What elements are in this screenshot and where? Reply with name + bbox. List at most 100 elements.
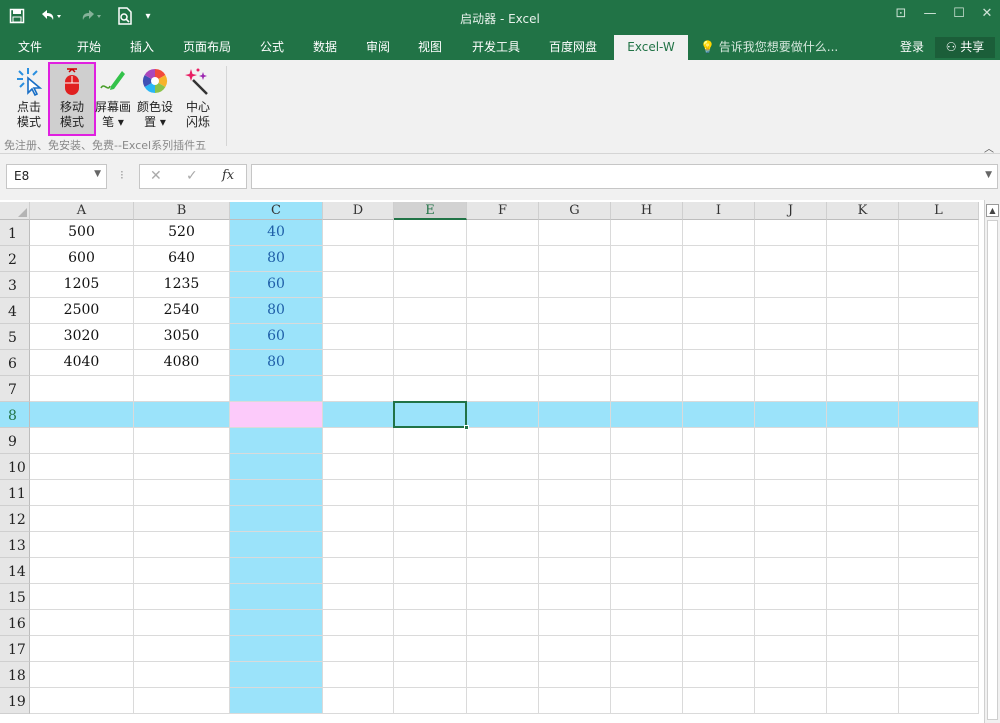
cell-g19[interactable] [539,688,611,714]
cell-f4[interactable] [467,298,539,324]
cell-b12[interactable] [134,506,230,532]
cell-g1[interactable] [539,220,611,246]
cell-d11[interactable] [323,480,394,506]
cell-b1[interactable]: 520 [134,220,230,246]
cell-c13[interactable] [230,532,323,558]
cell-b2[interactable]: 640 [134,246,230,272]
cell-i7[interactable] [683,376,755,402]
cell-k4[interactable] [827,298,899,324]
column-header-d[interactable]: D [323,202,394,220]
cell-i9[interactable] [683,428,755,454]
cell-b16[interactable] [134,610,230,636]
cell-e1[interactable] [394,220,467,246]
cell-l18[interactable] [899,662,979,688]
worksheet-grid[interactable]: A B C D E F G H I J K L 1 500 520 40 2 600 640 80 3 1205 1235 6… [0,200,984,723]
cell-g15[interactable] [539,584,611,610]
cell-j17[interactable] [755,636,827,662]
cell-c10[interactable] [230,454,323,480]
cell-c17[interactable] [230,636,323,662]
cell-f2[interactable] [467,246,539,272]
cell-e19[interactable] [394,688,467,714]
cell-c11[interactable] [230,480,323,506]
cell-g11[interactable] [539,480,611,506]
cell-e6[interactable] [394,350,467,376]
cell-e16[interactable] [394,610,467,636]
cell-i8[interactable] [683,402,755,428]
tab-insert[interactable]: 插入 [118,35,166,60]
cell-g4[interactable] [539,298,611,324]
cell-b7[interactable] [134,376,230,402]
cell-h3[interactable] [611,272,683,298]
cell-h1[interactable] [611,220,683,246]
column-header-b[interactable]: B [134,202,230,220]
cell-k19[interactable] [827,688,899,714]
cell-k9[interactable] [827,428,899,454]
formula-bar-grip[interactable]: ⁝ [120,168,124,182]
cell-j14[interactable] [755,558,827,584]
column-header-a[interactable]: A [30,202,134,220]
row-header-5[interactable]: 5 [0,324,30,350]
cell-d7[interactable] [323,376,394,402]
tab-file[interactable]: 文件 [6,35,54,60]
chevron-down-icon[interactable]: ▼ [94,169,101,179]
cell-l13[interactable] [899,532,979,558]
cell-e17[interactable] [394,636,467,662]
cell-l19[interactable] [899,688,979,714]
cell-j6[interactable] [755,350,827,376]
cell-f19[interactable] [467,688,539,714]
cell-l5[interactable] [899,324,979,350]
cell-j7[interactable] [755,376,827,402]
cell-c16[interactable] [230,610,323,636]
cell-a12[interactable] [30,506,134,532]
row-header-2[interactable]: 2 [0,246,30,272]
cell-e9[interactable] [394,428,467,454]
cell-f12[interactable] [467,506,539,532]
cell-j3[interactable] [755,272,827,298]
login-button[interactable]: 登录 [900,35,924,60]
cell-l3[interactable] [899,272,979,298]
column-header-l[interactable]: L [899,202,979,220]
select-all-corner[interactable] [0,202,30,220]
cell-l10[interactable] [899,454,979,480]
cell-c15[interactable] [230,584,323,610]
cell-f9[interactable] [467,428,539,454]
row-header-16[interactable]: 16 [0,610,30,636]
cell-e4[interactable] [394,298,467,324]
cell-c18[interactable] [230,662,323,688]
cell-i6[interactable] [683,350,755,376]
cell-i12[interactable] [683,506,755,532]
cell-a7[interactable] [30,376,134,402]
cell-j9[interactable] [755,428,827,454]
cell-h5[interactable] [611,324,683,350]
cell-l14[interactable] [899,558,979,584]
cell-g7[interactable] [539,376,611,402]
cell-h13[interactable] [611,532,683,558]
cell-g2[interactable] [539,246,611,272]
cell-f10[interactable] [467,454,539,480]
cell-c3[interactable]: 60 [230,272,323,298]
cell-e14[interactable] [394,558,467,584]
cell-g6[interactable] [539,350,611,376]
cell-c4[interactable]: 80 [230,298,323,324]
cell-a16[interactable] [30,610,134,636]
maximize-icon[interactable]: ☐ [948,6,970,26]
cell-d17[interactable] [323,636,394,662]
cell-h15[interactable] [611,584,683,610]
cell-f6[interactable] [467,350,539,376]
cell-g10[interactable] [539,454,611,480]
cell-f3[interactable] [467,272,539,298]
cell-k15[interactable] [827,584,899,610]
column-header-g[interactable]: G [539,202,611,220]
cell-h10[interactable] [611,454,683,480]
cell-i17[interactable] [683,636,755,662]
row-header-11[interactable]: 11 [0,480,30,506]
row-header-6[interactable]: 6 [0,350,30,376]
cell-d2[interactable] [323,246,394,272]
cell-d15[interactable] [323,584,394,610]
cell-a8[interactable] [30,402,134,428]
cell-l8[interactable] [899,402,979,428]
cell-a14[interactable] [30,558,134,584]
move-mode-button[interactable]: 移动 模式 [48,62,96,136]
cell-b18[interactable] [134,662,230,688]
cell-i3[interactable] [683,272,755,298]
